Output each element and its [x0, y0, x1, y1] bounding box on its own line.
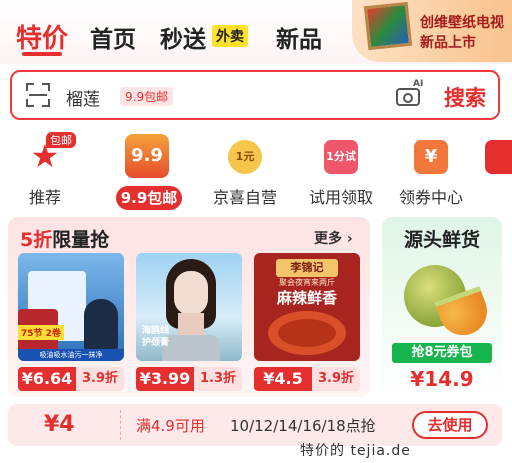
tab-home[interactable]: 首页	[90, 20, 136, 54]
flash-sale-card[interactable]: 5折限量抢 更多 › 75节 2卷 吸油吸水油污一抹净 ¥6.64 3.9折 海…	[8, 217, 370, 397]
price-row: ¥3.99 1.3折	[136, 367, 242, 391]
category-coupons[interactable]: ¥ 领券中心	[386, 134, 476, 207]
search-bar[interactable]: 榴莲 9.9包邮 AI 搜索	[10, 70, 500, 120]
category-label: 推荐	[28, 188, 61, 207]
promo-banner[interactable]: 创维壁纸电视 新品上市	[352, 0, 512, 62]
product-price: ¥4.5	[254, 367, 312, 391]
category-jingxi[interactable]: 1元 京喜自营	[200, 134, 290, 207]
promo-line1: 创维壁纸电视	[420, 15, 504, 31]
price-row: ¥4.5 3.9折	[254, 367, 360, 391]
flash-sale-title: 5折限量抢	[20, 229, 110, 251]
camera-ai-icon[interactable]: AI	[396, 79, 423, 108]
category-partial[interactable]	[485, 134, 512, 206]
more-link[interactable]: 更多 ›	[314, 228, 353, 248]
search-input[interactable]: 榴莲	[66, 85, 100, 110]
star-icon: ★	[30, 137, 60, 175]
product-image-tissue: 75节 2卷 吸油吸水油污一抹净	[18, 253, 124, 361]
search-badge: 9.9包邮	[120, 87, 174, 106]
coupon-strip[interactable]: ¥4 满4.9可用 10/12/14/16/18点抢 去使用	[8, 404, 502, 446]
product-price: ¥6.64	[18, 367, 76, 391]
ticket-icon: ¥	[414, 140, 448, 174]
tab-tejia[interactable]: 特价	[16, 18, 68, 55]
price-row: ¥6.64 3.9折	[18, 367, 124, 391]
watermark: 特价的 tejia.de	[300, 443, 411, 459]
fresh-title: 源头鲜货	[403, 229, 480, 251]
product-discount: 3.9折	[76, 367, 124, 391]
coin-icon: 1元	[228, 140, 262, 174]
product-discount: 1.3折	[194, 367, 242, 391]
category-label: 试用领取	[308, 188, 373, 207]
partial-icon	[485, 140, 512, 174]
product-card[interactable]: 75节 2卷 吸油吸水油污一抹净 ¥6.64 3.9折	[18, 253, 124, 393]
product-image-neck-cream: 海鸥线 护颈膏	[136, 253, 242, 361]
use-coupon-button[interactable]: 去使用	[412, 411, 488, 439]
category-label: 领券中心	[398, 188, 463, 207]
coupon-amount: ¥4	[44, 412, 75, 437]
product-discount: 3.9折	[312, 367, 360, 391]
coupon-times: 10/12/14/16/18点抢	[230, 417, 376, 435]
category-recommend[interactable]: ★ 推荐	[0, 134, 90, 207]
search-button[interactable]: 搜索	[444, 82, 486, 112]
scan-icon[interactable]	[26, 83, 50, 107]
product-image-crayfish: 李锦记 聚会夜宵来两斤 麻辣鲜香	[254, 253, 360, 361]
product-card[interactable]: 李锦记 聚会夜宵来两斤 麻辣鲜香 ¥4.5 3.9折	[254, 253, 360, 393]
coupon-divider	[120, 410, 121, 440]
category-trial[interactable]: 1分试 试用领取	[296, 134, 386, 207]
tv-image	[363, 1, 413, 51]
category-99[interactable]: 9.9 9.9包邮	[102, 134, 192, 210]
product-price: ¥3.99	[136, 367, 194, 391]
fresh-price: ¥14.9	[410, 367, 474, 391]
category-label: 京喜自营	[212, 188, 277, 207]
top-nav: 特价 首页 秒送 外卖 新品 创维壁纸电视 新品上市	[0, 0, 512, 64]
coupon-condition: 满4.9可用	[136, 417, 205, 435]
tab-miaosong[interactable]: 秒送	[160, 20, 206, 54]
tab-new[interactable]: 新品	[276, 20, 322, 54]
category-label: 9.9包邮	[116, 186, 182, 210]
promo-line2: 新品上市	[420, 35, 476, 51]
coupon-pack-button[interactable]: 抢8元券包	[392, 343, 492, 363]
nine-nine-icon: 9.9	[125, 134, 169, 178]
fresh-goods-card[interactable]: 源头鲜货 抢8元券包 ¥14.9	[382, 217, 502, 397]
active-tab-indicator	[22, 52, 62, 56]
trial-icon: 1分试	[324, 140, 358, 174]
product-card[interactable]: 海鸥线 护颈膏 ¥3.99 1.3折	[136, 253, 242, 393]
waimai-tag: 外卖	[212, 25, 248, 47]
